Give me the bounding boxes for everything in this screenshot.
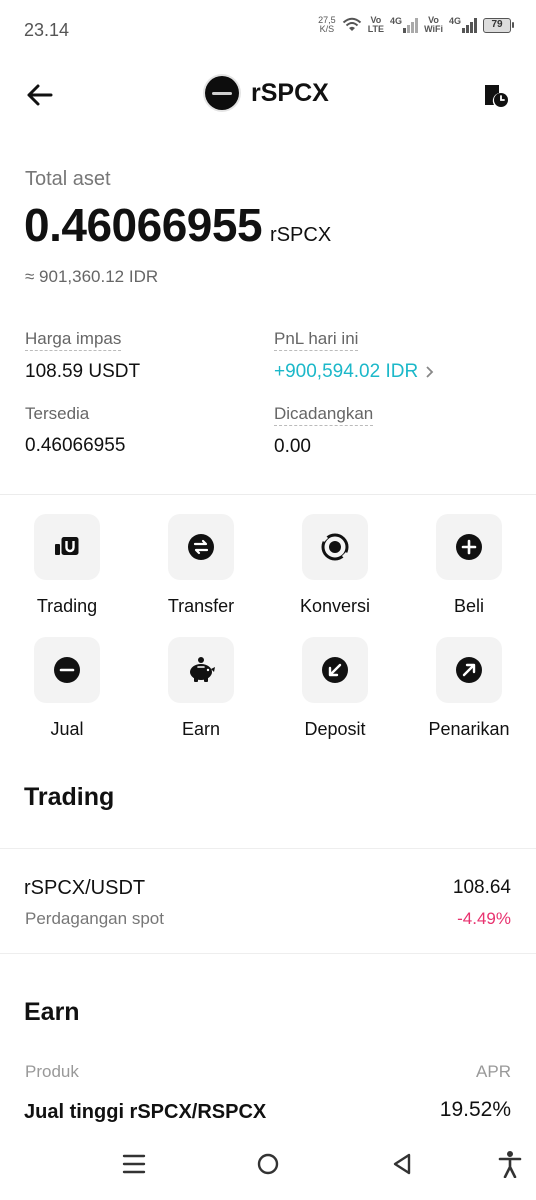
recents-button[interactable] <box>114 1148 154 1180</box>
total-assets-label: Total aset <box>25 168 111 190</box>
wifi-icon <box>342 17 361 31</box>
action-label: Transfer <box>167 596 235 616</box>
withdraw-icon <box>456 657 482 683</box>
reserved-value: 0.00 <box>274 436 311 457</box>
action-transfer[interactable]: Transfer <box>134 514 268 624</box>
coin-logo <box>205 76 239 110</box>
pnl-link[interactable]: +900,594.02 IDR <box>274 361 434 383</box>
battery-level: 79 <box>483 17 511 33</box>
action-tile <box>168 637 234 703</box>
trading-icon <box>55 537 79 555</box>
vowifi-indicator: Vo WiFi <box>424 15 443 34</box>
action-sell[interactable]: Jual <box>0 637 134 747</box>
action-label: Earn <box>181 719 221 739</box>
reserved-label[interactable]: Dicadangkan <box>274 404 374 426</box>
trading-section-title: Trading <box>24 783 115 811</box>
break-even-value: 108.59 USDT <box>25 361 141 382</box>
deposit-icon <box>322 657 348 683</box>
break-even-stat: Harga impas 108.59 USDT <box>25 329 140 383</box>
total-assets-unit: rSPCX <box>270 224 332 246</box>
action-trading[interactable]: Trading <box>0 514 134 624</box>
accessibility-icon <box>498 1151 522 1178</box>
history-icon <box>485 85 508 107</box>
pair-change: -4.49% <box>457 909 511 928</box>
accessibility-button[interactable] <box>490 1148 530 1180</box>
convert-icon <box>321 533 349 561</box>
action-tile <box>34 637 100 703</box>
triangle-back-icon <box>393 1153 411 1175</box>
home-circle-icon <box>257 1153 279 1175</box>
earn-section-title: Earn <box>24 998 80 1026</box>
back-nav-button[interactable] <box>382 1148 422 1180</box>
pair-type: Perdagangan spot <box>25 909 164 928</box>
earn-product-apr: 19.52% <box>439 1098 511 1121</box>
chevron-right-icon <box>426 366 434 378</box>
available-value: 0.46066955 <box>25 435 126 456</box>
action-tile <box>302 514 368 580</box>
action-tile <box>302 637 368 703</box>
total-assets-idr: ≈ 901,360.12 IDR <box>25 267 159 286</box>
trading-pair-row[interactable]: rSPCX/USDT Perdagangan spot 108.64 -4.49… <box>0 848 536 954</box>
action-convert[interactable]: Konversi <box>268 514 402 624</box>
volte-indicator: Vo LTE <box>367 15 385 34</box>
status-icons: 27,5 K/S Vo LTE 4G Vo WiFi 4G 79 <box>318 16 514 34</box>
reserved-stat: Dicadangkan 0.00 <box>274 404 374 458</box>
menu-icon <box>122 1154 146 1174</box>
pnl-label[interactable]: PnL hari ini <box>274 329 359 351</box>
action-withdraw[interactable]: Penarikan <box>402 637 536 747</box>
status-bar: 23.14 27,5 K/S Vo LTE 4G Vo WiFi 4G 79 <box>0 0 536 60</box>
action-label: Deposit <box>304 719 366 739</box>
pair-name: rSPCX/USDT <box>24 877 146 899</box>
action-tile <box>436 514 502 580</box>
title-group: rSPCX <box>205 76 329 110</box>
available-label: Tersedia <box>25 404 90 423</box>
system-nav-bar <box>0 1130 536 1200</box>
signal-icon-2: 4G <box>449 17 477 33</box>
earn-product-name: Jual tinggi rSPCX/RSPCX <box>24 1101 267 1123</box>
header: rSPCX <box>0 70 536 120</box>
pnl-stat: PnL hari ini +900,594.02 IDR <box>274 329 434 383</box>
total-assets: 0.46066955 rSPCX <box>24 198 331 252</box>
arrow-left-icon <box>27 84 53 106</box>
action-label: Trading <box>36 596 98 616</box>
action-deposit[interactable]: Deposit <box>268 637 402 747</box>
action-label: Beli <box>453 596 484 616</box>
action-label: Jual <box>50 719 84 739</box>
action-buy[interactable]: Beli <box>402 514 536 624</box>
piggy-bank-icon <box>190 657 215 682</box>
divider <box>0 494 536 495</box>
pnl-value: +900,594.02 IDR <box>274 361 419 382</box>
buy-icon <box>456 534 482 560</box>
home-button[interactable] <box>248 1148 288 1180</box>
history-button[interactable] <box>482 81 510 109</box>
action-tile <box>34 514 100 580</box>
action-earn[interactable]: Earn <box>134 637 268 747</box>
back-button[interactable] <box>22 80 56 110</box>
signal-icon: 4G <box>390 17 419 33</box>
available-stat: Tersedia 0.46066955 <box>25 404 125 457</box>
total-assets-value: 0.46066955 <box>24 199 263 251</box>
action-label: Konversi <box>299 596 371 616</box>
network-speed: 27,5 K/S <box>318 15 336 34</box>
sell-icon <box>54 657 80 683</box>
transfer-icon <box>188 534 214 560</box>
earn-column-product: Produk <box>25 1062 79 1081</box>
earn-column-apr: APR <box>476 1062 511 1081</box>
battery-icon: 79 <box>483 17 514 33</box>
action-label: Penarikan <box>428 719 510 739</box>
page-title: rSPCX <box>251 78 329 107</box>
action-tile <box>168 514 234 580</box>
break-even-label[interactable]: Harga impas <box>25 329 122 351</box>
status-time: 23.14 <box>24 20 70 40</box>
action-tile <box>436 637 502 703</box>
pair-price: 108.64 <box>452 877 511 898</box>
